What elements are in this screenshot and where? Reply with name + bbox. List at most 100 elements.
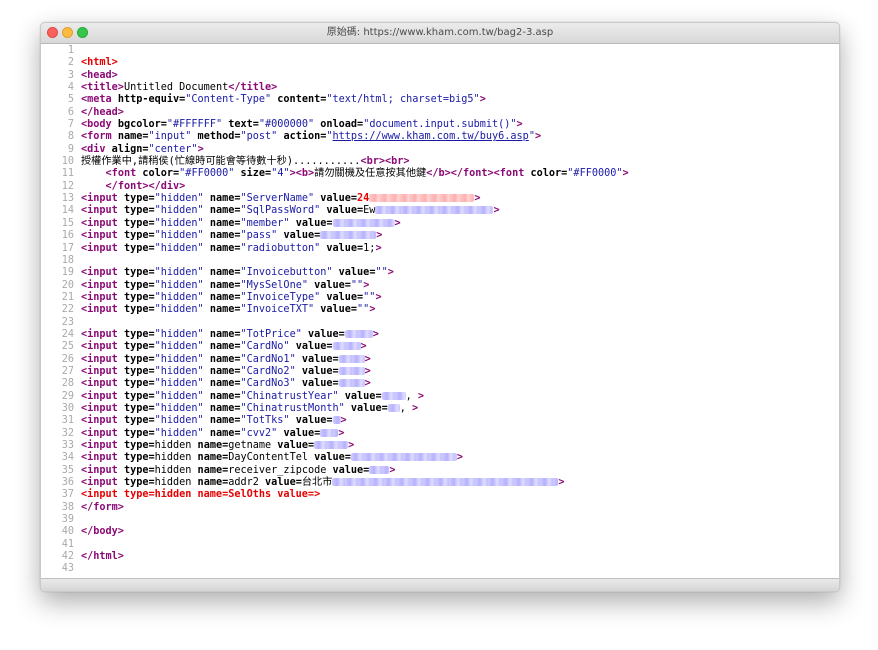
code-token: <input (81, 217, 124, 229)
code-token: hidden (154, 452, 192, 464)
redacted-value (320, 231, 377, 240)
title-bar: 原始碼: https://www.kham.com.tw/bag2-3.asp (41, 23, 839, 44)
code-token: value= (320, 242, 364, 254)
code-token: > (394, 217, 401, 229)
line-source: <input type=hidden name=SelOths value=> (81, 489, 320, 501)
code-line: 38 </form> (41, 502, 839, 514)
line-number: 21 (61, 291, 74, 303)
code-token: > (375, 291, 382, 303)
code-token: "hidden" (154, 242, 204, 254)
code-token: name= (203, 328, 241, 340)
code-token: > (456, 452, 464, 464)
line-number: 25 (61, 341, 74, 353)
code-token: value= (307, 279, 351, 291)
code-line: 35 <input type=hidden name=receiver_zipco… (41, 465, 839, 477)
line-source: <meta http-equiv="Content-Type" content=… (81, 94, 486, 106)
code-line: 4 <title>Untitled Document</title> (41, 82, 839, 94)
code-token: , (399, 402, 412, 414)
code-token: DayContentTel (228, 452, 308, 464)
code-token: "hidden" (154, 390, 204, 402)
code-token: value= (320, 205, 364, 217)
code-token: > (493, 205, 500, 217)
line-source: <input type="hidden" name="ChinatrustMon… (81, 403, 418, 415)
action-link[interactable]: https://www.kham.com.tw/buy6.asp (333, 131, 529, 142)
code-token: "hidden" (154, 291, 204, 303)
code-token: </font></div> (105, 180, 186, 192)
line-source: </font></div> (81, 180, 186, 193)
code-token: <head> (81, 69, 118, 81)
line-number: 34 (61, 452, 74, 464)
line-number: 5 (67, 94, 74, 106)
code-token: name= (203, 378, 241, 390)
code-token: value= (301, 328, 345, 340)
code-token: > (389, 464, 396, 476)
line-source: <title>Untitled Document</title> (81, 82, 277, 94)
code-token: "input" (148, 131, 192, 143)
line-source: <body bgcolor="#FFFFFF" text="#000000" o… (81, 119, 523, 131)
code-token: "4" (271, 168, 290, 180)
code-token: "#FF0000" (179, 168, 235, 180)
redacted-value (338, 379, 365, 388)
code-token: name= (191, 464, 229, 476)
redacted-value (332, 218, 395, 227)
redacted-value (344, 329, 373, 338)
line-number: 42 (61, 551, 74, 563)
line-source: 授權作業中,請稍侯(忙線時可能會等待數十秒)...........<br><br… (81, 156, 410, 168)
code-token: name= (203, 427, 241, 439)
code-line: 16 <input type="hidden" name="pass" value… (41, 230, 839, 242)
line-number: 11 (61, 168, 74, 180)
code-token: hidden (154, 440, 192, 451)
code-token: > (363, 279, 370, 291)
code-token: "#000000" (258, 119, 315, 131)
code-token: value= (314, 304, 358, 316)
line-source: <input type="hidden" name="ServerName" v… (81, 193, 480, 205)
code-token: "hidden" (154, 328, 204, 340)
code-token: ><b> (289, 168, 315, 180)
line-number: 13 (61, 193, 74, 205)
line-source: <input type="hidden" name="TotTks" value… (81, 415, 347, 427)
code-token: <body (81, 119, 118, 131)
code-token: > (197, 143, 204, 155)
line-number: 37 (61, 489, 74, 501)
code-line: 1 (41, 45, 839, 57)
code-token: Ew (363, 205, 376, 217)
line-source: <font color="#FF0000" size="4"><b>請勿關機及任… (81, 168, 629, 180)
code-line: 17 <input type="hidden" name="radiobutton… (41, 243, 839, 255)
code-token: name= (203, 193, 241, 205)
code-token: > (360, 341, 367, 353)
code-token: "center" (148, 143, 198, 155)
code-line: 43 (41, 563, 839, 575)
code-token: "TotPrice" (240, 328, 302, 340)
code-token: name= (203, 402, 241, 414)
code-token: name= (203, 279, 241, 291)
code-token: name= (203, 217, 241, 229)
redacted-value (338, 366, 365, 375)
code-token: type= (123, 402, 155, 414)
source-code-view[interactable]: 1 2 <html> 3 <head> 4 <title>Untitled Document… (41, 45, 839, 579)
code-token: > (412, 402, 419, 414)
line-source: <input type="hidden" name="InvoiceTXT" v… (81, 304, 375, 316)
code-token: "cvv2" (240, 427, 278, 439)
source-viewer-window: 原始碼: https://www.kham.com.tw/bag2-3.asp … (40, 22, 840, 592)
code-token: "CardNo1" (240, 353, 296, 365)
code-token: <input type=hidden name=SelOths value=> (81, 489, 321, 501)
line-number: 12 (61, 180, 74, 192)
code-line: 25 <input type="hidden" name="CardNo" val… (41, 341, 839, 353)
code-token: <input (81, 464, 124, 476)
code-token: type= (123, 267, 155, 279)
code-token: "document.input.submit()" (363, 119, 517, 131)
line-number: 19 (61, 267, 74, 279)
line-number: 6 (67, 106, 74, 118)
code-line: 39 (41, 514, 839, 526)
code-line: 18 (41, 255, 839, 267)
code-token: <br><br> (360, 156, 410, 168)
code-token: </body> (81, 526, 124, 538)
code-token: type= (123, 378, 155, 390)
code-token: <input (81, 390, 124, 402)
code-line: 11 <font color="#FF0000" size="4"><b>請勿關… (41, 168, 839, 180)
code-token: 請勿關機及任意按其他鍵 (314, 168, 427, 180)
code-token: name= (191, 440, 229, 451)
line-number: 15 (61, 217, 74, 229)
code-token: value= (289, 415, 333, 427)
